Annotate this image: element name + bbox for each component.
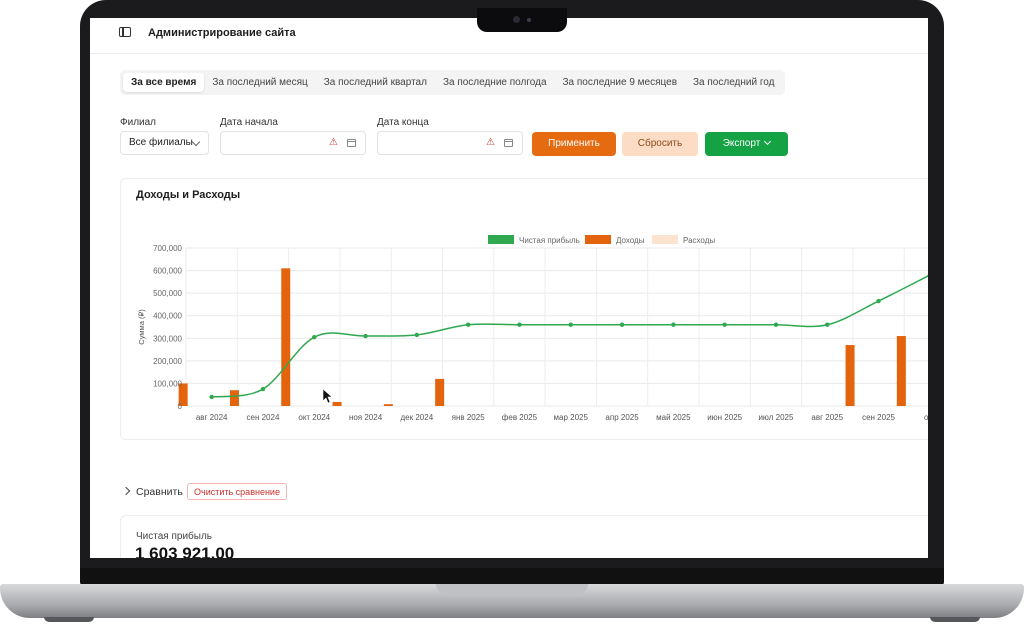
net-profit-point: [465, 322, 471, 327]
x-tick-label: май 2025: [656, 413, 691, 422]
x-tick-label: фев 2025: [502, 413, 538, 422]
net-profit-point: [773, 322, 779, 327]
x-tick-label: ноя 2024: [349, 413, 383, 422]
net-profit-point: [312, 334, 317, 340]
y-axis-label: Сумма (₽): [137, 309, 146, 345]
income-bar: [896, 336, 906, 406]
compare-toggle[interactable]: Сравнить: [136, 486, 183, 498]
y-tick-label: 600,000: [153, 267, 182, 276]
y-tick-label: 100,000: [153, 379, 182, 388]
net-profit-point: [876, 298, 881, 304]
clear-comparison-button[interactable]: Очистить сравнение: [187, 483, 287, 500]
income-bar: [281, 268, 291, 406]
x-tick-label: апр 2025: [605, 413, 639, 422]
net-profit-point: [517, 322, 522, 327]
income-expense-chart: 700,000 600,000 500,000 400,000 300,000 200,0…: [137, 235, 928, 422]
legend-label: Доходы: [616, 236, 645, 245]
net-profit-point: [414, 332, 420, 338]
y-tick-label: 400,000: [153, 312, 182, 321]
laptop-foot-left: [44, 617, 94, 622]
net-profit-label: Чистая прибыль: [136, 531, 212, 542]
x-tick-label: сен 2024: [247, 413, 280, 422]
x-tick-label: июн 2025: [707, 413, 742, 422]
income-bar: [435, 378, 445, 406]
cursor-icon: [322, 388, 333, 404]
x-tick-label: мар 2025: [554, 413, 589, 422]
laptop-opening-lip: [436, 584, 588, 594]
legend-label: Расходы: [683, 236, 715, 245]
net-profit-value: 1 603 921,00: [135, 544, 235, 558]
y-tick-label: 200,000: [153, 357, 182, 366]
net-profit-point: [209, 394, 214, 400]
y-tick-label: 700,000: [153, 244, 182, 253]
y-tick-label: 300,000: [153, 334, 182, 343]
x-tick-label: авг 2025: [811, 413, 843, 422]
camera-notch: [477, 8, 567, 32]
x-tick-label: окт 2024: [298, 413, 330, 422]
income-bar: [229, 390, 239, 406]
summary-card: [120, 515, 928, 558]
camera-indicator: [527, 18, 531, 22]
net-profit-point: [619, 322, 625, 327]
chart-grid: [185, 247, 928, 407]
net-profit-point: [671, 322, 676, 327]
chart-line: [209, 273, 928, 400]
net-profit-point: [568, 322, 573, 327]
legend-label: Чистая прибыль: [519, 236, 580, 245]
y-tick-label: 0: [178, 402, 183, 411]
y-tick-label: 500,000: [153, 289, 182, 298]
income-bar: [332, 401, 342, 406]
chart-bars: [178, 268, 906, 406]
legend-swatch: [585, 235, 611, 244]
net-profit-point: [722, 322, 727, 327]
income-bar: [845, 345, 855, 406]
x-tick-label: янв 2025: [452, 413, 486, 422]
x-tick-label: дек 2024: [401, 413, 434, 422]
camera-icon: [513, 16, 520, 23]
net-profit-point: [825, 322, 830, 327]
laptop-foot-right: [930, 617, 980, 622]
x-tick-label: авг 2024: [196, 413, 228, 422]
x-tick-label: июл 2025: [758, 413, 794, 422]
net-profit-point: [260, 386, 266, 392]
x-tick-label: окт: [924, 413, 928, 422]
net-profit-point: [363, 333, 368, 339]
chart-legend[interactable]: Чистая прибыль Доходы Расходы: [488, 235, 715, 245]
income-bar: [383, 404, 393, 406]
screen: Администрирование сайта За все время За …: [90, 18, 928, 558]
legend-swatch: [488, 235, 514, 244]
legend-swatch: [652, 235, 678, 244]
x-tick-label: сен 2025: [862, 413, 895, 422]
